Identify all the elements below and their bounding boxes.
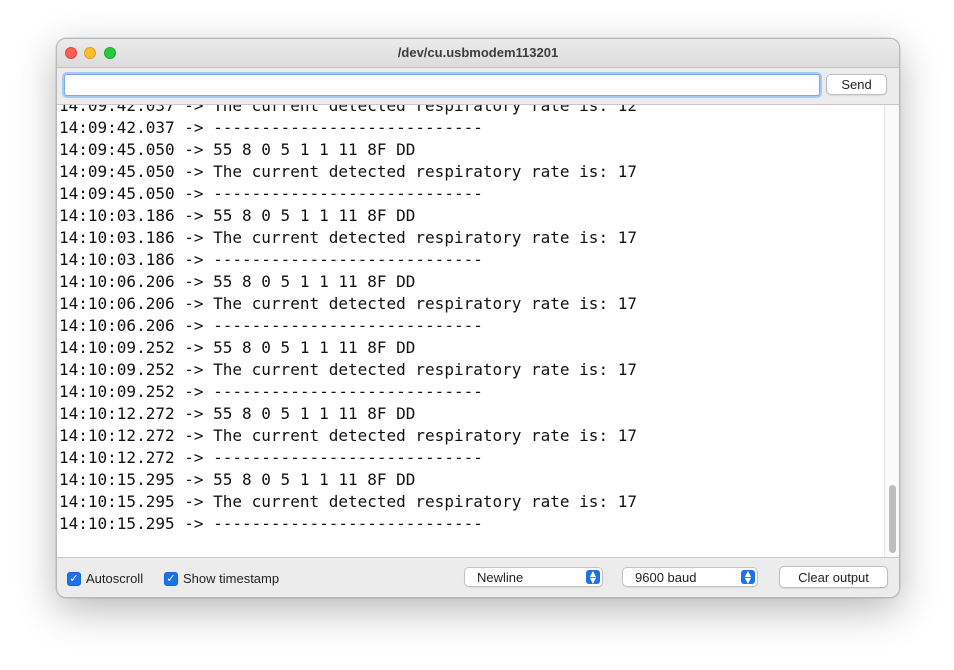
serial-output[interactable]: 14:09:42.037 -> The current detected res… (57, 105, 899, 558)
window-title: /dev/cu.usbmodem113201 (397, 45, 559, 60)
line-ending-value: Newline (477, 570, 524, 585)
updown-chevron-icon: ▲ ▼ (586, 570, 600, 585)
output-line: 14:09:42.037 -> The current detected res… (59, 105, 637, 115)
serial-monitor-window: /dev/cu.usbmodem113201 Send 14:09:42.037… (56, 38, 900, 598)
output-lines: 14:09:42.037 -> The current detected res… (59, 105, 637, 535)
output-line: 14:10:03.186 -> 55 8 0 5 1 1 11 8F DD (59, 206, 416, 225)
show-timestamp-label: Show timestamp (183, 571, 280, 586)
send-button[interactable]: Send (826, 74, 887, 95)
updown-chevron-icon: ▲ ▼ (741, 570, 755, 585)
output-line: 14:09:45.050 -> 55 8 0 5 1 1 11 8F DD (59, 140, 416, 159)
output-line: 14:09:42.037 -> ------------------------… (59, 118, 483, 137)
scrollbar-thumb[interactable] (889, 485, 896, 553)
output-line: 14:10:15.295 -> 55 8 0 5 1 1 11 8F DD (59, 470, 416, 489)
bottom-bar: ✓ Autoscroll ✓ Show timestamp Newline ▲ ▼… (57, 558, 899, 597)
output-line: 14:10:15.295 -> ------------------------… (59, 514, 483, 533)
autoscroll-checkbox[interactable]: ✓ Autoscroll (67, 571, 143, 586)
output-line: 14:10:06.206 -> The current detected res… (59, 294, 637, 313)
autoscroll-check-icon: ✓ (67, 571, 81, 586)
output-line: 14:10:12.272 -> 55 8 0 5 1 1 11 8F DD (59, 404, 416, 423)
clear-output-button[interactable]: Clear output (779, 566, 888, 588)
show-timestamp-checkbox[interactable]: ✓ Show timestamp (164, 571, 279, 586)
output-line: 14:10:15.295 -> The current detected res… (59, 492, 637, 511)
baud-rate-value: 9600 baud (635, 570, 697, 585)
line-ending-select[interactable]: Newline ▲ ▼ (464, 567, 603, 587)
baud-rate-select[interactable]: 9600 baud ▲ ▼ (622, 567, 758, 587)
output-line: 14:10:09.252 -> 55 8 0 5 1 1 11 8F DD (59, 338, 416, 357)
output-line: 14:10:06.206 -> ------------------------… (59, 316, 483, 335)
output-line: 14:10:09.252 -> ------------------------… (59, 382, 483, 401)
serial-input[interactable] (64, 74, 820, 96)
output-line: 14:10:06.206 -> 55 8 0 5 1 1 11 8F DD (59, 272, 416, 291)
output-line: 14:09:45.050 -> ------------------------… (59, 184, 483, 203)
autoscroll-label: Autoscroll (86, 571, 144, 586)
timestamp-check-icon: ✓ (164, 571, 178, 586)
title-bar: /dev/cu.usbmodem113201 (57, 39, 899, 68)
toolbar: Send (57, 68, 899, 105)
output-line: 14:10:03.186 -> The current detected res… (59, 228, 637, 247)
scrollbar[interactable] (884, 105, 899, 557)
output-line: 14:10:12.272 -> The current detected res… (59, 426, 637, 445)
output-line: 14:10:12.272 -> ------------------------… (59, 448, 483, 467)
output-line: 14:10:03.186 -> ------------------------… (59, 250, 483, 269)
output-line: 14:09:45.050 -> The current detected res… (59, 162, 637, 181)
output-line: 14:10:09.252 -> The current detected res… (59, 360, 637, 379)
